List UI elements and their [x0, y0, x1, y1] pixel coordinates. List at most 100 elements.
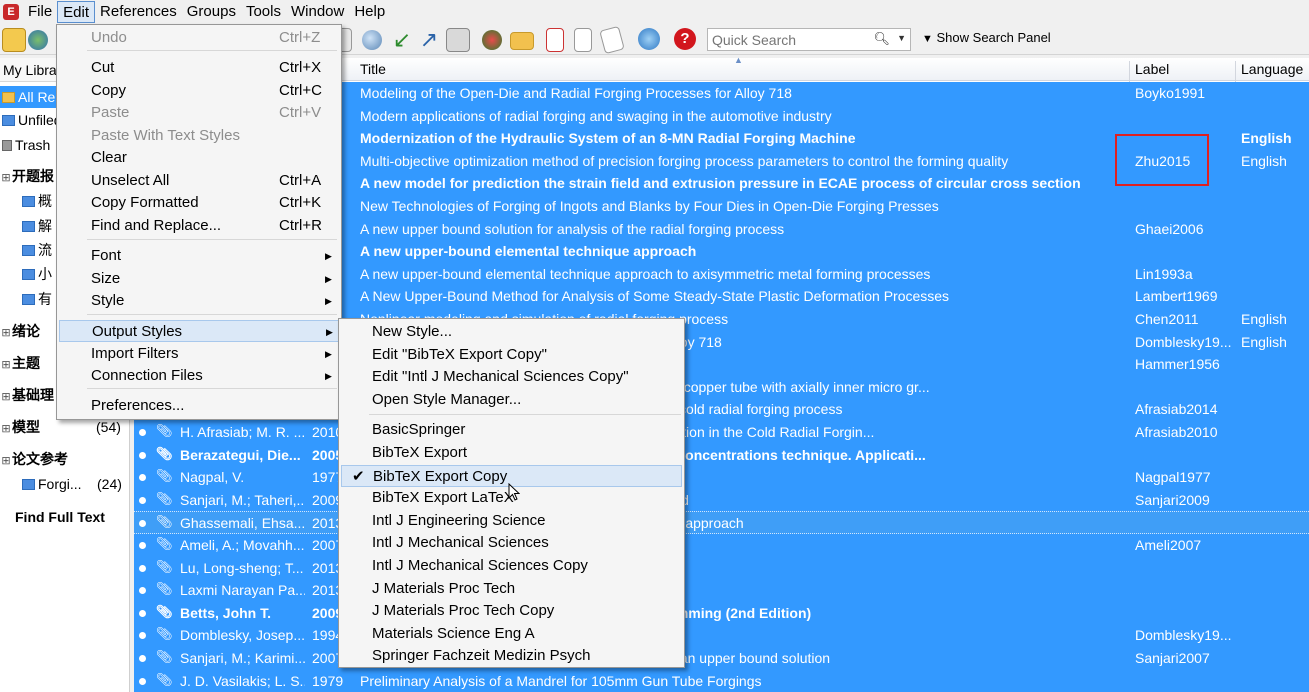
group-item[interactable]: 流	[22, 239, 52, 261]
expand-icon[interactable]: ⊞	[0, 167, 12, 189]
go-back-icon[interactable]: ↙	[390, 28, 414, 52]
menu-item-find-and-replace[interactable]: Find and Replace... Ctrl+R	[59, 215, 339, 237]
export-icon[interactable]	[446, 28, 470, 52]
reference-row[interactable]: 📎︎Laxmi Narayan Pa...2013Structural Anal…	[134, 579, 1309, 602]
web-link-icon[interactable]	[482, 30, 502, 50]
menu-item-import-filters[interactable]: Import Filters ▶	[59, 343, 339, 365]
read-status-icon[interactable]	[139, 587, 146, 595]
help-icon[interactable]: ?	[674, 28, 696, 50]
reference-row[interactable]: 📎︎H. Afrasiab; M. R. ...2010Prediction o…	[134, 421, 1309, 444]
group-item[interactable]: Unfiled	[2, 109, 62, 131]
group-item[interactable]: Trash	[2, 134, 50, 156]
menu-item-font[interactable]: Font ▶	[59, 245, 339, 267]
read-status-icon[interactable]	[139, 609, 146, 617]
menu-edit[interactable]: Edit	[57, 1, 96, 23]
read-status-icon[interactable]	[139, 542, 146, 549]
output-style-item[interactable]: Materials Science Eng A	[341, 623, 682, 645]
column-divider[interactable]	[1235, 61, 1236, 84]
open-folder-icon[interactable]	[510, 32, 534, 50]
menu-item-cut[interactable]: Cut Ctrl+X	[59, 57, 339, 79]
read-status-icon[interactable]	[139, 429, 146, 436]
read-status-icon[interactable]	[139, 677, 146, 685]
reference-row[interactable]: 📎︎Domblesky, Josep...1994Simulation of r…	[134, 624, 1309, 647]
read-status-icon[interactable]	[139, 655, 146, 662]
go-forward-icon[interactable]: ↗	[417, 28, 441, 52]
format-paper-icon[interactable]	[574, 28, 592, 52]
column-label[interactable]: Label	[1135, 61, 1169, 77]
online-search-icon[interactable]	[28, 30, 48, 50]
read-status-icon[interactable]	[139, 451, 146, 459]
menu-item-size[interactable]: Size ▶	[59, 268, 339, 290]
menu-item-copy[interactable]: Copy Ctrl+C	[59, 80, 339, 102]
read-status-icon[interactable]	[139, 632, 146, 640]
reference-row[interactable]: 📎︎Ghassemali, Ehsa...2013Radial forging/…	[134, 511, 1309, 534]
quick-search-input[interactable]	[708, 29, 876, 50]
group-item[interactable]: ⊞论文参考	[0, 448, 68, 470]
reference-row[interactable]: 📎︎Betts, John T.2009Trajectory Optimizat…	[134, 601, 1309, 625]
menu-item-clear[interactable]: Clear	[59, 147, 339, 169]
reference-row[interactable]: 📎︎Berazategui, Die...2005Prediction of f…	[134, 443, 1309, 467]
menu-item-output-styles[interactable]: Output Styles ▶	[59, 320, 339, 342]
read-status-icon[interactable]	[139, 520, 146, 528]
menu-item-unselect-all[interactable]: Unselect All Ctrl+A	[59, 170, 339, 192]
menu-item-paste[interactable]: Paste Ctrl+V	[59, 102, 339, 124]
output-style-item[interactable]: Springer Fachzeit Medizin Psych	[341, 645, 682, 667]
menu-references[interactable]: References	[95, 1, 182, 23]
read-status-icon[interactable]	[139, 474, 146, 482]
menu-item-paste-with-text-styles[interactable]: Paste With Text Styles	[59, 125, 339, 147]
output-style-item[interactable]: Open Style Manager...	[341, 389, 682, 411]
menu-help[interactable]: Help	[349, 1, 390, 23]
menu-item-undo[interactable]: Undo Ctrl+Z	[59, 27, 339, 49]
menu-file[interactable]: File	[23, 1, 57, 23]
expand-icon[interactable]: ⊞	[0, 354, 12, 376]
reference-row[interactable]: 📎︎ J. D. Vasilakis; L. S... 1979 Preliminar…	[134, 669, 1309, 692]
output-style-item[interactable]: New Style...	[341, 321, 682, 343]
output-style-item[interactable]: Intl J Mechanical Sciences	[341, 532, 682, 554]
edit-paper-icon[interactable]	[599, 25, 625, 55]
chevron-down-icon[interactable]: ▼	[897, 33, 906, 43]
read-status-icon[interactable]	[139, 564, 146, 572]
local-library-icon[interactable]	[2, 28, 26, 52]
output-style-item[interactable]: Intl J Engineering Science	[341, 510, 682, 532]
output-style-item[interactable]: BibTeX Export	[341, 442, 682, 464]
search-icon[interactable]: 🔍︎	[873, 31, 890, 47]
expand-icon[interactable]: ⊞	[0, 322, 12, 344]
output-style-item[interactable]: J Materials Proc Tech	[341, 578, 682, 600]
output-style-item[interactable]: BasicSpringer	[341, 419, 682, 441]
output-style-item[interactable]: Intl J Mechanical Sciences Copy	[341, 555, 682, 577]
menu-item-connection-files[interactable]: Connection Files ▶	[59, 365, 339, 387]
group-item[interactable]: ⊞开题报	[0, 165, 54, 187]
group-item[interactable]: 解	[22, 215, 52, 237]
output-style-item[interactable]: J Materials Proc Tech Copy	[341, 600, 682, 622]
menu-window[interactable]: Window	[286, 1, 349, 23]
menu-item-preferences[interactable]: Preferences...	[59, 395, 339, 417]
group-item[interactable]: 概	[22, 190, 52, 212]
group-item[interactable]: ⊞基础理	[0, 384, 54, 406]
reference-row[interactable]: 📎︎Nagpal, V.1977Predictions for Forging …	[134, 466, 1309, 489]
menu-groups[interactable]: Groups	[182, 1, 241, 23]
app-icon[interactable]: E	[3, 4, 19, 20]
reference-row[interactable]: 📎︎Ameli, A.; Movahh...2007Radial load in…	[134, 534, 1309, 557]
group-item[interactable]: 有	[22, 288, 52, 310]
show-search-panel-button[interactable]: ▼ Show Search Panel	[922, 30, 1051, 45]
pdf-icon[interactable]	[546, 28, 564, 52]
reference-row[interactable]: 📎︎Sanjari, M.; Karimi...2007Study of pro…	[134, 647, 1309, 670]
group-item[interactable]: Find Full Text	[0, 506, 105, 528]
group-item[interactable]: 小	[22, 263, 52, 285]
reference-row[interactable]: 📎︎Sanjari, M.; Taheri,...2009Process opt…	[134, 488, 1309, 512]
group-item[interactable]: ⊞主题	[0, 352, 40, 374]
menu-item-style[interactable]: Style ▶	[59, 290, 339, 312]
group-item[interactable]: ⊞模型 (54)	[0, 416, 121, 438]
group-item[interactable]: Forgi... (24)	[22, 473, 122, 495]
find-citation-icon[interactable]	[362, 30, 382, 50]
group-item[interactable]: ⊞绪论	[0, 320, 40, 342]
expand-icon[interactable]: ⊞	[0, 450, 12, 472]
read-status-icon[interactable]	[139, 496, 146, 504]
menu-tools[interactable]: Tools	[241, 1, 286, 23]
expand-icon[interactable]: ⊞	[0, 386, 12, 408]
reference-row[interactable]: 📎︎Lu, Long-sheng; T...2013Reducing tubes…	[134, 556, 1309, 580]
output-style-item[interactable]: Edit "BibTeX Export Copy"	[341, 344, 682, 366]
sync-icon[interactable]	[638, 28, 660, 50]
column-language[interactable]: Language	[1241, 61, 1303, 77]
output-style-item[interactable]: Edit "Intl J Mechanical Sciences Copy"	[341, 366, 682, 388]
